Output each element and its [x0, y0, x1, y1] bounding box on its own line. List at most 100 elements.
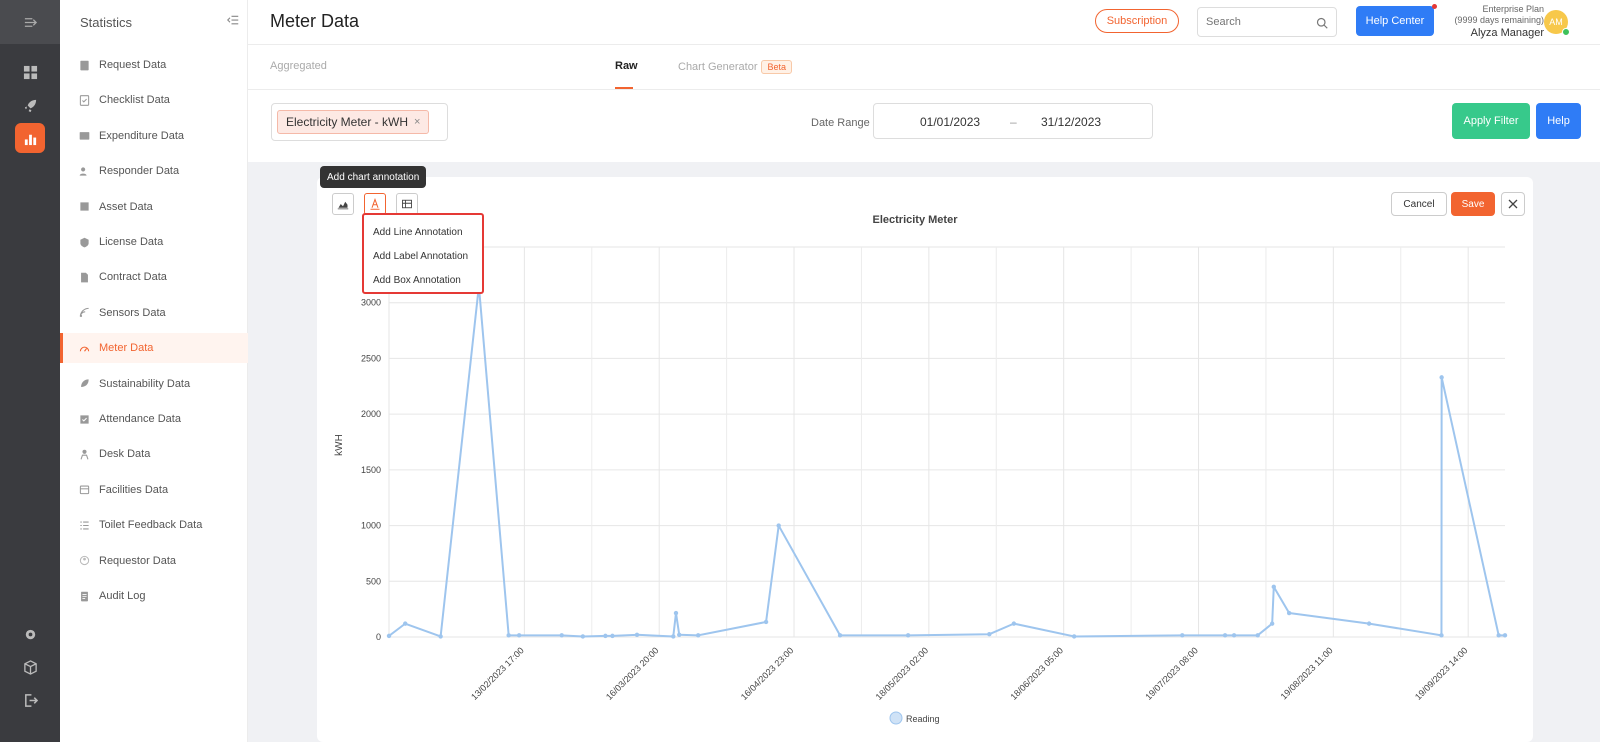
audit-log-icon	[78, 590, 90, 602]
sustainability-icon	[78, 378, 90, 390]
sidebar-item-toilet-feedback[interactable]: Toilet Feedback Data	[60, 510, 248, 540]
view-tabs: Aggregated Raw Chart Generator Beta	[248, 45, 1600, 90]
date-from[interactable]: 01/01/2023	[920, 115, 980, 129]
logout-icon[interactable]	[15, 685, 45, 715]
y-tick-label: 3000	[361, 298, 381, 308]
notification-dot	[1432, 4, 1437, 9]
filter-bar: Electricity Meter - kWH × Date Range 01/…	[248, 90, 1600, 162]
search-input[interactable]	[1206, 16, 1306, 28]
y-tick-label: 0	[376, 632, 381, 642]
data-point	[673, 610, 679, 616]
y-tick-label: 1500	[361, 465, 381, 475]
sidebar-item-label: Facilities Data	[99, 483, 169, 496]
sidebar-item-sensors[interactable]: Sensors Data	[60, 298, 248, 328]
x-tick-label: 18/06/2023 05:00	[1008, 645, 1065, 702]
sidebar-item-label: Sensors Data	[99, 306, 166, 319]
sensors-icon	[78, 307, 90, 319]
close-icon[interactable]	[1501, 192, 1525, 216]
y-tick-label: 2500	[361, 353, 381, 363]
date-separator: –	[1010, 115, 1017, 129]
sidebar-item-label: Attendance Data	[99, 413, 181, 425]
content-area: Electricity Meter 0 500 1000 1500 2000 2500 300…	[248, 162, 1600, 742]
help-center-button[interactable]: Help Center	[1356, 6, 1434, 36]
tab-chart-generator[interactable]: Chart Generator Beta	[678, 60, 792, 74]
requestor-icon	[78, 555, 90, 567]
user-name[interactable]: Alyza Manager	[1454, 28, 1544, 39]
sidebar-item-contract[interactable]: Contract Data	[60, 262, 248, 292]
sidebar-item-label: Checklist Data	[99, 94, 170, 107]
sidebar-item-label: Requestor Data	[99, 554, 177, 567]
rocket-icon[interactable]	[15, 90, 45, 120]
apply-filter-button[interactable]: Apply Filter	[1452, 103, 1530, 139]
search-icon[interactable]	[1316, 16, 1328, 34]
sidebar-item-meter[interactable]: Meter Data	[60, 333, 248, 364]
data-point	[1269, 621, 1275, 626]
data-point	[1439, 375, 1444, 380]
help-button[interactable]: Help	[1536, 103, 1581, 139]
sidebar-item-license[interactable]: License Data	[60, 227, 248, 257]
online-status-dot	[1562, 28, 1570, 36]
contract-icon	[78, 271, 90, 283]
x-tick-label: 19/09/2023 14:00	[1413, 645, 1470, 702]
data-point	[695, 633, 701, 638]
x-tick-label: 16/04/2023 23:00	[739, 645, 796, 702]
save-button[interactable]: Save	[1451, 192, 1495, 216]
add-line-annotation-item[interactable]: Add Line Annotation	[364, 220, 482, 244]
box-icon[interactable]	[15, 652, 45, 682]
subscription-button[interactable]: Subscription	[1095, 9, 1179, 33]
collapse-sidebar-icon[interactable]	[226, 13, 239, 31]
data-point	[776, 523, 781, 528]
expenditure-icon	[78, 130, 90, 142]
sidebar-item-label: Meter Data	[99, 342, 154, 355]
x-tick-label: 19/07/2023 08:00	[1143, 645, 1200, 702]
chart-type-button[interactable]	[332, 193, 354, 215]
cancel-button[interactable]: Cancel	[1391, 192, 1447, 216]
add-box-annotation-item[interactable]: Add Box Annotation	[364, 268, 482, 292]
sidebar-item-audit-log[interactable]: Audit Log	[60, 581, 248, 611]
tab-raw[interactable]: Raw	[615, 60, 638, 72]
sidebar-item-label: Responder Data	[99, 165, 180, 178]
x-tick-label: 16/03/2023 20:00	[604, 645, 661, 702]
remove-chip-icon[interactable]: ×	[414, 116, 420, 128]
data-point	[438, 634, 443, 639]
meter-icon	[78, 342, 90, 354]
sidebar-item-attendance[interactable]: Attendance Data	[60, 404, 248, 434]
beta-badge: Beta	[761, 60, 792, 74]
dashboard-icon[interactable]	[15, 57, 45, 87]
date-range-picker[interactable]: 01/01/2023 – 31/12/2023	[873, 103, 1153, 139]
data-point	[1502, 633, 1508, 638]
sidebar-item-responder[interactable]: Responder Data	[60, 156, 248, 186]
meter-chip: Electricity Meter - kWH ×	[277, 110, 430, 134]
add-label-annotation-item[interactable]: Add Label Annotation	[364, 244, 482, 268]
tab-aggregated[interactable]: Aggregated	[270, 60, 327, 72]
top-header: Meter Data Subscription Help Center Ente…	[248, 0, 1600, 45]
chart-title: Electricity Meter	[873, 214, 959, 226]
search-box	[1197, 7, 1337, 37]
data-point	[559, 633, 564, 638]
sidebar-item-requestor[interactable]: Requestor Data	[60, 546, 248, 576]
y-axis-label: kWH	[334, 434, 345, 456]
date-to[interactable]: 31/12/2023	[1041, 115, 1101, 129]
desk-icon	[78, 448, 90, 460]
series-line-reading	[388, 285, 1505, 638]
sidebar-item-checklist[interactable]: Checklist Data	[60, 85, 248, 115]
sidebar-item-request[interactable]: Request Data	[60, 50, 248, 80]
sidebar-item-desk[interactable]: Desk Data	[60, 439, 248, 469]
sidebar-item-asset[interactable]: Asset Data	[60, 192, 248, 222]
sidebar-item-expenditure[interactable]: Expenditure Data	[60, 121, 248, 151]
meter-select[interactable]: Electricity Meter - kWH ×	[271, 103, 448, 141]
collapse-menu-icon[interactable]	[0, 0, 60, 44]
meter-chip-label: Electricity Meter - kWH	[286, 115, 409, 129]
sidebar-item-label: Request Data	[99, 59, 167, 71]
data-point	[905, 633, 911, 638]
gear-icon[interactable]	[15, 619, 45, 649]
sidebar-item-facilities[interactable]: Facilities Data	[60, 475, 248, 505]
plan-info: Enterprise Plan (9999 days remaining) Al…	[1454, 4, 1544, 39]
y-tick-label: 1000	[361, 521, 381, 531]
data-point	[603, 633, 608, 639]
statistics-icon[interactable]	[15, 123, 45, 153]
sidebar-item-sustainability[interactable]: Sustainability Data	[60, 369, 248, 399]
data-point	[580, 634, 586, 639]
annotation-button[interactable]	[364, 193, 386, 215]
table-view-button[interactable]	[396, 193, 418, 215]
